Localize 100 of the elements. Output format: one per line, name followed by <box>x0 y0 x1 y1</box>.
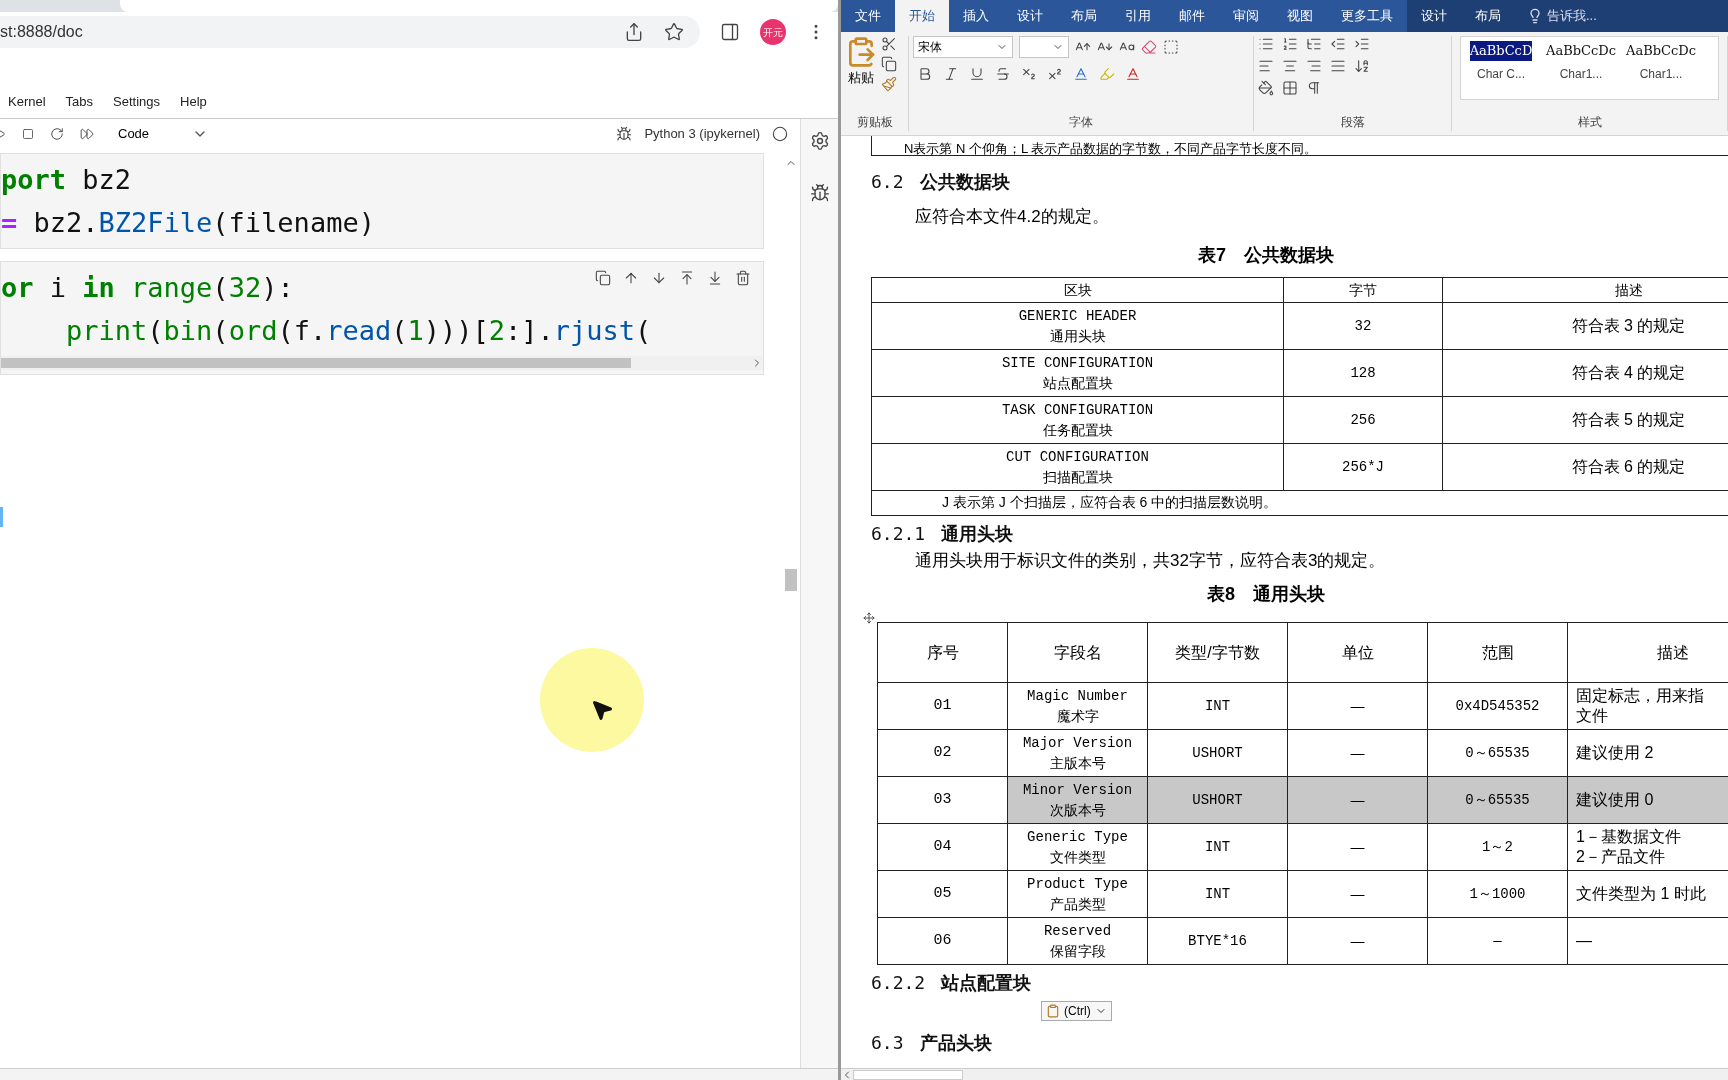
align-left-icon[interactable] <box>1258 58 1274 74</box>
cut-icon[interactable] <box>881 36 897 52</box>
table-cell: 256*J <box>1283 443 1443 490</box>
table-cell: Reserved 保留字段 <box>1007 917 1148 965</box>
delete-icon[interactable] <box>735 270 751 286</box>
active-cell-marker <box>0 507 3 527</box>
font-name-field[interactable]: 宋体 <box>913 36 1013 58</box>
ribbon-tab[interactable]: 文件 <box>841 0 895 32</box>
table-cell: Generic Type 文件类型 <box>1007 823 1148 871</box>
ribbon-tab[interactable]: 插入 <box>949 0 1003 32</box>
debugger-icon[interactable] <box>809 183 830 203</box>
bold-icon[interactable] <box>917 66 933 82</box>
ribbon-tab[interactable]: 布局 <box>1461 0 1515 32</box>
stop-icon[interactable] <box>22 128 34 140</box>
table-cell: 0x4D545352 <box>1427 682 1568 730</box>
paste-options-button[interactable]: (Ctrl) <box>1041 1001 1112 1021</box>
scrollbar-thumb[interactable] <box>785 569 797 591</box>
tell-me-field[interactable]: 告诉我... <box>1515 0 1728 32</box>
menu-item[interactable]: Settings <box>113 92 161 112</box>
shading-icon[interactable] <box>1258 80 1274 96</box>
kernel-name[interactable]: Python 3 (ipykernel) <box>644 124 760 144</box>
share-icon[interactable] <box>624 22 644 42</box>
section-heading: 通用头块 <box>941 522 1014 546</box>
show-marks-icon[interactable] <box>1306 80 1322 96</box>
restart-icon[interactable] <box>50 127 64 141</box>
bullets-icon[interactable] <box>1258 36 1274 52</box>
profile-avatar[interactable]: 开元 <box>760 19 786 45</box>
code-cell[interactable]: port bz2 = bz2.BZ2File(filename) <box>0 153 764 249</box>
ribbon-tab[interactable]: 邮件 <box>1165 0 1219 32</box>
table-cell: 01 <box>877 682 1008 730</box>
settings-icon[interactable] <box>809 131 830 151</box>
decrease-indent-icon[interactable] <box>1330 36 1346 52</box>
text-effects-icon[interactable] <box>1073 66 1089 82</box>
ribbon-tab[interactable]: 设计 <box>1003 0 1057 32</box>
table-cell: — <box>1287 776 1428 824</box>
group-label: 样式 <box>1576 114 1603 131</box>
table-cell: INT <box>1147 870 1288 918</box>
clear-formatting-icon[interactable] <box>1141 39 1157 55</box>
align-right-icon[interactable] <box>1306 58 1322 74</box>
italic-icon[interactable] <box>943 66 959 82</box>
ribbon-tab[interactable]: 引用 <box>1111 0 1165 32</box>
body-paragraph: 通用头块用于标识文件的类别，共32字节，应符合表3的规定。 <box>915 549 1387 572</box>
code-cell[interactable]: or i in range(32): print(bin(ord(f.read(1)))[2:].rjust( <box>0 261 764 375</box>
table-cell: USHORT <box>1147 776 1288 824</box>
ribbon-tab[interactable]: 审阅 <box>1219 0 1273 32</box>
move-down-icon[interactable] <box>651 270 667 286</box>
format-painter-icon[interactable] <box>881 76 897 92</box>
style-gallery-item[interactable]: AaBbCcDc Char1... <box>1621 37 1701 99</box>
ribbon-tab[interactable]: 开始 <box>895 0 949 32</box>
side-panel-icon[interactable] <box>720 22 740 42</box>
multilevel-list-icon[interactable] <box>1306 36 1322 52</box>
run-all-icon[interactable] <box>80 127 94 141</box>
style-gallery-item[interactable]: AaBbCcD Char C... <box>1461 37 1541 99</box>
font-size-field[interactable] <box>1019 36 1069 58</box>
paste-button[interactable]: 粘贴 <box>845 36 877 92</box>
table-header-cell: 区块 <box>871 277 1284 302</box>
insert-below-icon[interactable] <box>707 270 723 286</box>
table-move-handle-icon[interactable] <box>863 612 875 624</box>
table-cell: — <box>1287 682 1428 730</box>
table-cell: 06 <box>877 917 1008 965</box>
table-cell: — <box>1427 917 1568 965</box>
horizontal-scrollbar[interactable] <box>841 1068 1728 1080</box>
justify-icon[interactable] <box>1330 58 1346 74</box>
menu-item[interactable]: Kernel <box>8 92 46 112</box>
move-up-icon[interactable] <box>623 270 639 286</box>
menu-item[interactable]: Tabs <box>65 92 94 112</box>
table-header-cell: 字节 <box>1283 277 1443 302</box>
horizontal-scrollbar[interactable] <box>1 356 763 370</box>
copy-icon[interactable] <box>881 56 897 72</box>
kernel-status-icon <box>772 126 788 142</box>
font-color-icon[interactable] <box>1125 66 1141 82</box>
menu-item[interactable]: Help <box>180 92 207 112</box>
bookmark-star-icon[interactable] <box>664 22 684 42</box>
debugger-icon[interactable] <box>616 126 633 142</box>
align-center-icon[interactable] <box>1282 58 1298 74</box>
insert-above-icon[interactable] <box>679 270 695 286</box>
address-bar[interactable]: st:8888/doc <box>0 16 700 48</box>
duplicate-icon[interactable] <box>595 270 611 286</box>
table-cell: 128 <box>1283 349 1443 396</box>
style-gallery-item[interactable]: AaBbCcDc Char1... <box>1541 37 1621 99</box>
ribbon-tab[interactable]: 设计 <box>1407 0 1461 32</box>
subscript-icon[interactable] <box>1021 66 1037 82</box>
table-cell: 03 <box>877 776 1008 824</box>
numbering-icon[interactable] <box>1282 36 1298 52</box>
ribbon-tab[interactable]: 更多工具 <box>1327 0 1407 32</box>
underline-icon[interactable] <box>969 66 985 82</box>
ribbon-tab[interactable]: 布局 <box>1057 0 1111 32</box>
table-cell: 0～65535 <box>1427 729 1568 777</box>
superscript-icon[interactable] <box>1047 66 1063 82</box>
sort-icon[interactable] <box>1354 58 1370 74</box>
scrollbar-thumb[interactable] <box>1 358 631 368</box>
borders-icon[interactable] <box>1282 80 1298 96</box>
character-border-icon[interactable] <box>1163 39 1179 55</box>
strikethrough-icon[interactable] <box>995 66 1011 82</box>
table-cell: — <box>1287 917 1428 965</box>
cell-type-dropdown[interactable]: Code <box>118 124 208 144</box>
increase-indent-icon[interactable] <box>1354 36 1370 52</box>
ribbon-tab[interactable]: 视图 <box>1273 0 1327 32</box>
scrollbar-thumb[interactable] <box>853 1069 963 1080</box>
table-cell: 32 <box>1283 302 1443 349</box>
